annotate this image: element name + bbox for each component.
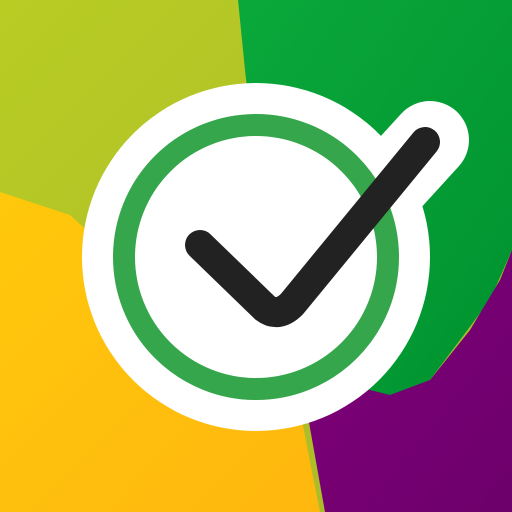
app-icon [0, 0, 512, 512]
